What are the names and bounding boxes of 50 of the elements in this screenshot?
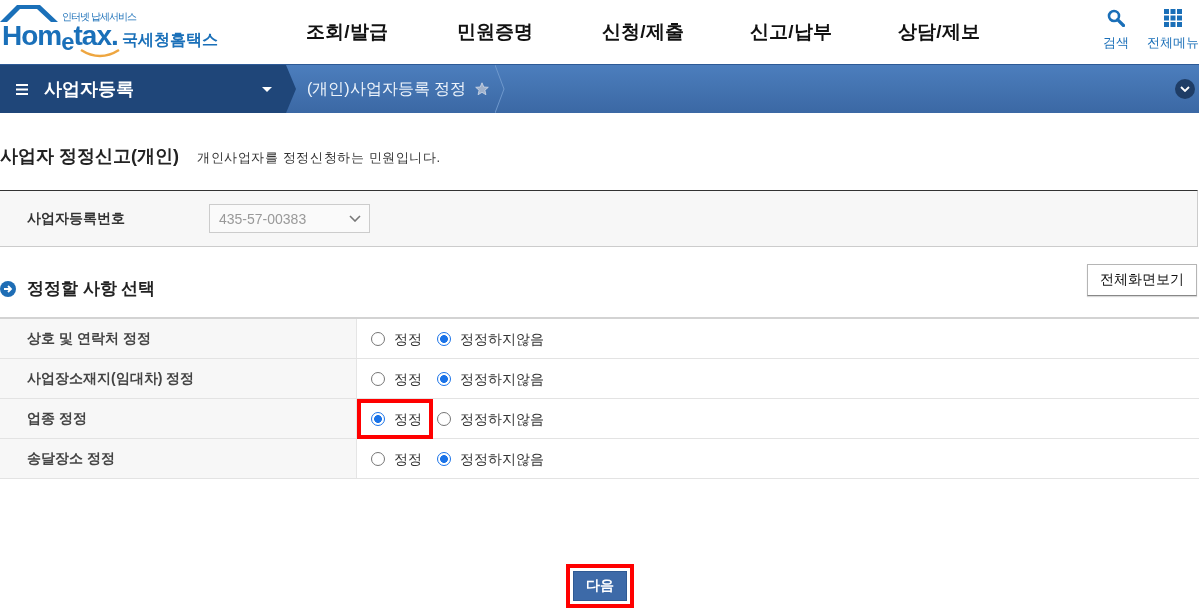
- nav-link[interactable]: 민원증명: [421, 20, 569, 44]
- radio-option[interactable]: 정정: [371, 329, 422, 348]
- row-label: 업종 정정: [0, 399, 357, 438]
- radio-option[interactable]: 정정하지않음: [437, 369, 544, 388]
- next-button[interactable]: 다음: [572, 571, 627, 601]
- nav-link[interactable]: 조회/발급: [273, 20, 421, 44]
- radio-button[interactable]: [371, 371, 385, 386]
- logo-tagline: 인터넷 납세서비스: [62, 11, 136, 22]
- nav-link[interactable]: 신청/제출: [569, 20, 717, 44]
- search-icon: [1107, 9, 1125, 27]
- menu-icon: [16, 83, 28, 95]
- row-label: 송달장소 정정: [0, 439, 357, 478]
- radio-button[interactable]: [437, 331, 451, 346]
- radio-option[interactable]: 정정하지않음: [437, 409, 544, 428]
- radio-option[interactable]: 정정: [371, 409, 422, 428]
- radio-button[interactable]: [371, 411, 385, 426]
- arrow-circle-icon: [0, 281, 16, 297]
- chevron-down-icon: [1180, 86, 1190, 92]
- radio-button[interactable]: [437, 371, 451, 386]
- star-icon[interactable]: [475, 82, 490, 96]
- field-label: 사업자등록번호: [27, 209, 126, 228]
- radio-option[interactable]: 정정: [371, 449, 422, 468]
- radio-button[interactable]: [371, 331, 385, 346]
- swoosh-icon: [80, 49, 120, 58]
- radio-option[interactable]: 정정: [371, 369, 422, 388]
- row-label: 사업장소재지(임대차) 정정: [0, 359, 357, 398]
- search-button[interactable]: 검색: [1103, 0, 1129, 51]
- breadcrumb-separator-icon: [495, 65, 506, 113]
- nav-link[interactable]: 신고/납부: [717, 20, 865, 44]
- row-label: 상호 및 연락처 정정: [0, 319, 357, 358]
- chevron-down-icon: [349, 215, 361, 222]
- logo-wordmark[interactable]: Hom$_{e}$tax.: [0, 22, 118, 49]
- logo-name: 국세청홈택스: [121, 30, 218, 50]
- radio-option[interactable]: 정정하지않음: [437, 329, 544, 348]
- nav-link[interactable]: 상담/제보: [865, 20, 1013, 44]
- grid-icon: [1164, 9, 1182, 27]
- page-description: 개인사업자를 정정신청하는 민원입니다.: [197, 149, 441, 167]
- category-dropdown[interactable]: 사업자등록: [0, 65, 296, 113]
- house-roof-icon: [0, 4, 58, 22]
- expand-button[interactable]: [1175, 79, 1195, 99]
- page-title: 사업자 정정신고(개인): [0, 145, 179, 168]
- all-menu-button[interactable]: 전체메뉴: [1147, 0, 1199, 51]
- fullscreen-button[interactable]: 전체화면보기: [1087, 264, 1197, 296]
- radio-option[interactable]: 정정하지않음: [437, 449, 544, 468]
- radio-button[interactable]: [437, 411, 451, 426]
- breadcrumb-current: (개인)사업자등록 정정: [307, 78, 467, 99]
- radio-button[interactable]: [371, 451, 385, 466]
- section-title: 정정할 사항 선택: [27, 279, 156, 299]
- radio-button[interactable]: [437, 451, 451, 466]
- caret-down-icon: [262, 86, 272, 92]
